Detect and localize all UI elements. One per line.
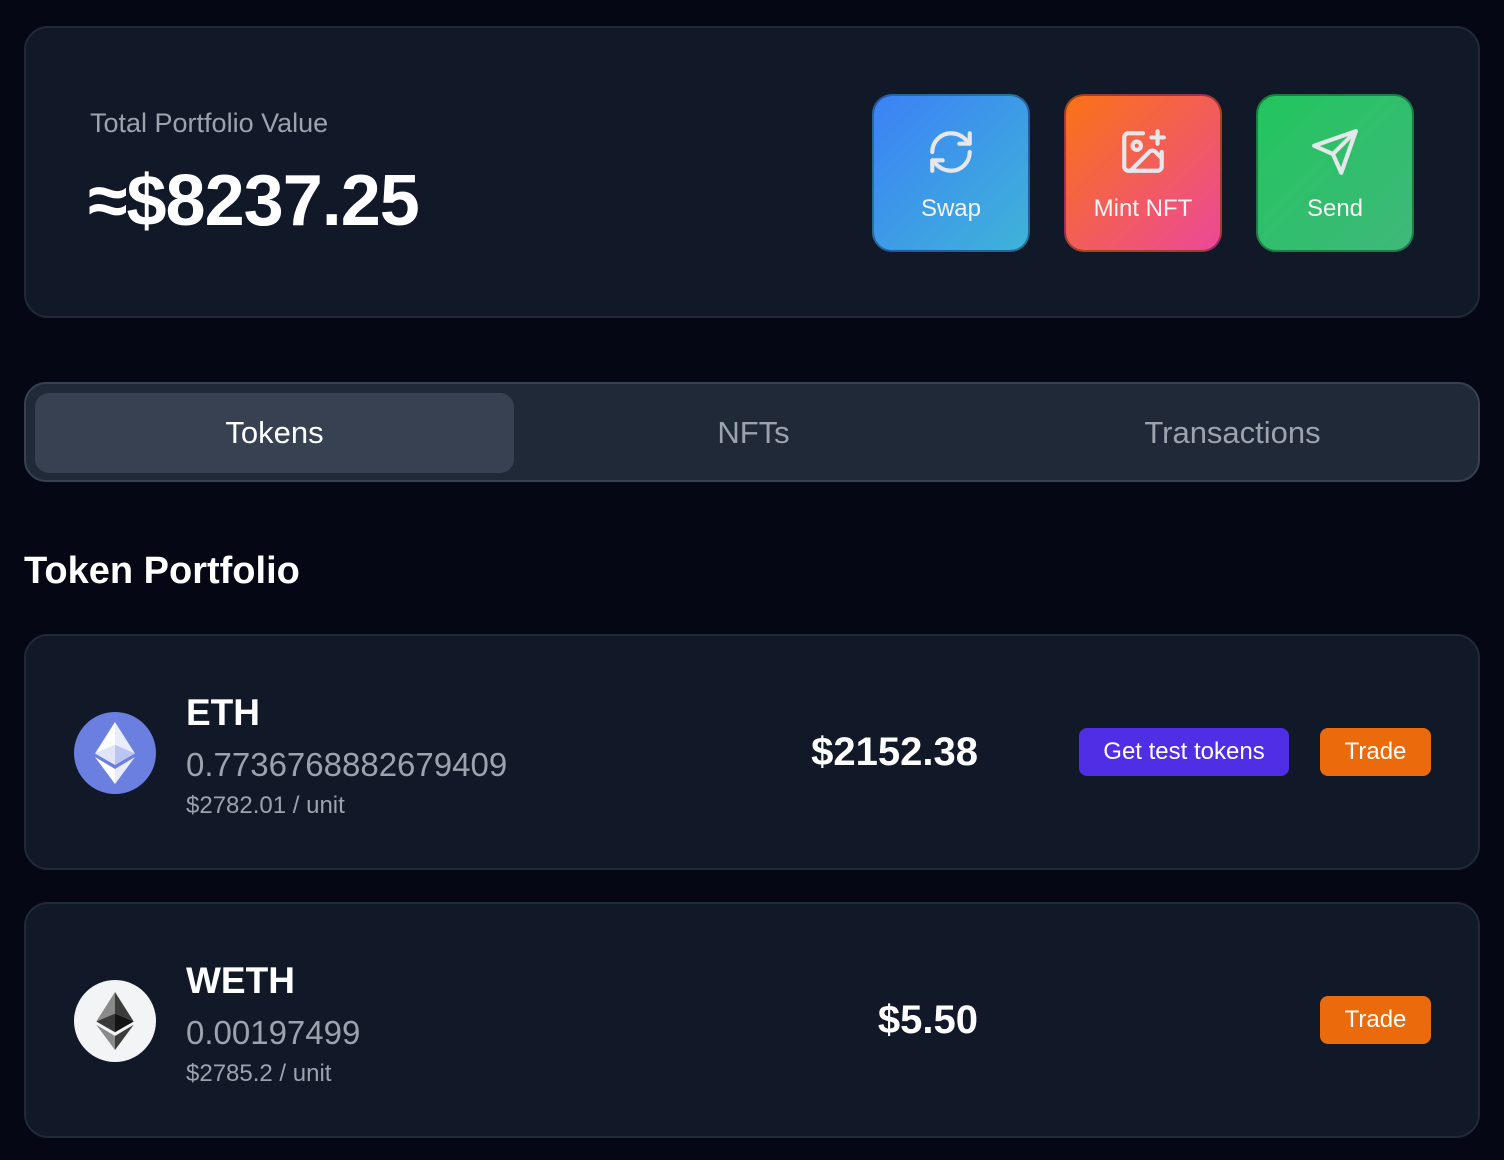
token-symbol: ETH — [186, 692, 260, 733]
weth-icon — [74, 980, 156, 1062]
send-button[interactable]: Send — [1256, 94, 1414, 252]
token-unit-price: $2782.01 / unit — [186, 792, 345, 819]
token-amount: 0.7736768882679409 — [186, 746, 508, 783]
refresh-icon — [930, 131, 972, 173]
image-plus-icon — [1122, 129, 1166, 173]
token-amount: 0.00197499 — [186, 1014, 361, 1051]
mint-nft-button[interactable]: Mint NFT — [1064, 94, 1222, 252]
send-icon — [1312, 129, 1358, 175]
token-usd-value: $2152.38 — [811, 730, 978, 774]
token-usd-value: $5.50 — [877, 998, 978, 1042]
trade-button[interactable]: Trade — [1320, 728, 1431, 776]
portfolio-value: ≈$8237.25 — [88, 161, 420, 241]
token-row-eth: ETH 0.7736768882679409 $2782.01 / unit $… — [24, 634, 1480, 870]
token-row-weth: WETH 0.00197499 $2785.2 / unit $5.50 Tra… — [24, 902, 1480, 1138]
swap-button-label: Swap — [920, 195, 982, 222]
mint-nft-button-label: Mint NFT — [1093, 195, 1193, 222]
section-title: Token Portfolio — [24, 550, 300, 592]
token-unit-price: $2785.2 / unit — [186, 1060, 332, 1087]
tab-bar: Tokens NFTs Transactions — [24, 382, 1480, 482]
portfolio-summary-card: Total Portfolio Value ≈$8237.25 Swap Min… — [24, 26, 1480, 318]
tab-nfts[interactable]: NFTs — [514, 393, 993, 473]
get-test-tokens-button[interactable]: Get test tokens — [1079, 728, 1289, 776]
send-button-label: Send — [1306, 195, 1364, 222]
ethereum-icon — [74, 712, 156, 794]
tab-tokens[interactable]: Tokens — [35, 393, 514, 473]
token-symbol: WETH — [186, 960, 295, 1001]
trade-button[interactable]: Trade — [1320, 996, 1431, 1044]
portfolio-label: Total Portfolio Value — [90, 108, 329, 138]
tab-transactions[interactable]: Transactions — [993, 393, 1472, 473]
swap-button[interactable]: Swap — [872, 94, 1030, 252]
